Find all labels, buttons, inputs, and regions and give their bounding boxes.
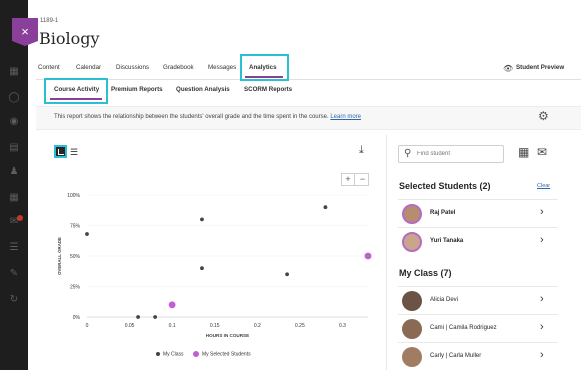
course-activity-highlight [44,78,108,104]
class-data-point [200,266,204,271]
x-tick-label: 0.05 [125,323,135,329]
selected-student-row[interactable]: Yuri Tanaka › [398,227,558,255]
avatar [402,347,422,367]
list-view-icon[interactable]: ☰ [70,147,78,158]
download-icon[interactable]: ⤓ [359,144,364,157]
report-description: This report shows the relationship betwe… [54,114,361,120]
courses-icon[interactable]: ▤ [8,142,20,154]
clear-selection-link[interactable]: Clear [537,183,550,189]
student-preview-button[interactable]: Student Preview [516,64,564,71]
eye-icon: 👁 [503,64,514,73]
activity-icon[interactable]: ◉ [8,116,20,128]
class-data-point [85,232,89,236]
y-axis-label: OVERALL GRADE [57,237,62,275]
class-data-point [285,272,290,277]
class-data-point [323,205,328,210]
x-tick-label: 0.15 [210,323,220,329]
avatar [402,319,422,339]
zoom-in-button[interactable]: + [342,174,355,185]
class-student-row[interactable]: Carly | Carla Muller › [398,342,558,370]
analytics-active-indicator [245,76,283,78]
selected-student-row[interactable]: Raj Patel › [398,199,558,227]
tab-premium-reports[interactable]: Premium Reports [111,86,163,93]
course-nav: Content Calendar Discussions Gradebook M… [36,57,581,80]
nav-messages[interactable]: Messages [208,64,236,71]
course-activity-active-indicator [50,98,102,100]
class-data-point [136,315,140,319]
nav-gradebook[interactable]: Gradebook [163,64,194,71]
institution-icon[interactable]: ▦ [8,66,20,78]
notification-dot [17,215,23,221]
my-class-heading: My Class (7) [399,268,452,278]
settings-icon[interactable]: ⚙ [538,109,549,123]
left-nav-rail: ▦ ◯ ◉ ▤ ♟ ▦ ✉ ☰ ✎ ↻ [0,0,28,370]
page-title: Biology [39,29,100,48]
tab-question-analysis[interactable]: Question Analysis [176,86,230,93]
legend-class-label: My Class [163,351,184,358]
avatar [402,291,422,311]
x-tick-label: 0.1 [169,323,176,329]
search-input[interactable] [417,148,501,160]
legend-selected-label: My Selected Students [201,351,251,358]
grade-vs-time-scatter-chart: 0% 25% 50% 75% 100% 0 0.05 0.1 0.15 0.2 0.25 0.3 HOU… [57,193,372,338]
tab-scorm-reports[interactable]: SCORM Reports [244,86,292,93]
nav-content[interactable]: Content [38,64,60,71]
calendar-icon[interactable]: ▦ [518,145,529,159]
panel-divider [386,135,387,370]
chart-view-icon[interactable] [54,145,67,158]
chevron-right-icon[interactable]: › [540,349,544,361]
selected-student-data-point [364,252,372,260]
chevron-right-icon[interactable]: › [540,293,544,305]
y-tick-label: 75% [70,224,81,230]
grades-nav-icon[interactable]: ☰ [8,242,20,254]
selected-student-data-point [168,301,176,309]
y-tick-label: 25% [70,285,81,291]
selected-students-heading: Selected Students (2) [399,181,491,191]
x-tick-label: 0.25 [295,323,305,329]
student-name: Alicia Devi [430,297,459,303]
student-name: Cami | Camila Rodriguez [430,325,497,331]
calendar-nav-icon[interactable]: ▦ [8,192,20,204]
y-tick-label: 100% [67,193,80,199]
legend-selected-marker [192,351,199,357]
zoom-out-button[interactable]: − [356,174,369,185]
profile-icon[interactable]: ◯ [8,92,20,104]
student-name: Raj Patel [430,210,456,216]
nav-discussions[interactable]: Discussions [116,64,149,71]
chevron-right-icon[interactable]: › [540,321,544,333]
student-name: Yuri Tanaka [430,238,464,244]
y-tick-label: 0% [73,315,81,321]
y-tick-label: 50% [70,254,81,260]
chart-legend: My Class My Selected Students [156,351,251,357]
x-tick-label: 0 [86,323,89,329]
student-search: ⚲ [398,145,504,163]
class-student-row[interactable]: Alicia Devi › [398,286,558,314]
nav-calendar[interactable]: Calendar [76,64,101,71]
report-description-text: This report shows the relationship betwe… [54,114,329,120]
class-student-row[interactable]: Cami | Camila Rodriguez › [398,314,558,342]
analytics-subnav: Course Activity Premium Reports Question… [36,80,581,102]
organizations-icon[interactable]: ♟ [8,166,20,178]
search-icon: ⚲ [404,148,412,159]
mail-icon[interactable]: ✉ [537,145,547,159]
x-tick-label: 0.3 [339,323,346,329]
avatar [402,232,422,252]
legend-class-marker [156,352,160,356]
learn-more-link[interactable]: Learn more [330,114,361,120]
x-tick-label: 0.2 [254,323,261,329]
class-data-point [153,315,158,319]
chevron-right-icon[interactable]: › [540,206,544,218]
avatar [402,204,422,224]
chevron-right-icon[interactable]: › [540,234,544,246]
tools-nav-icon[interactable]: ✎ [8,268,20,280]
sign-out-icon[interactable]: ↻ [8,294,20,306]
close-icon[interactable]: × [12,18,38,46]
x-axis-label: HOURS IN COURSE [206,333,249,338]
class-data-point [200,217,204,222]
student-name: Carly | Carla Muller [430,353,482,359]
course-id: 1189-1 [40,18,59,24]
